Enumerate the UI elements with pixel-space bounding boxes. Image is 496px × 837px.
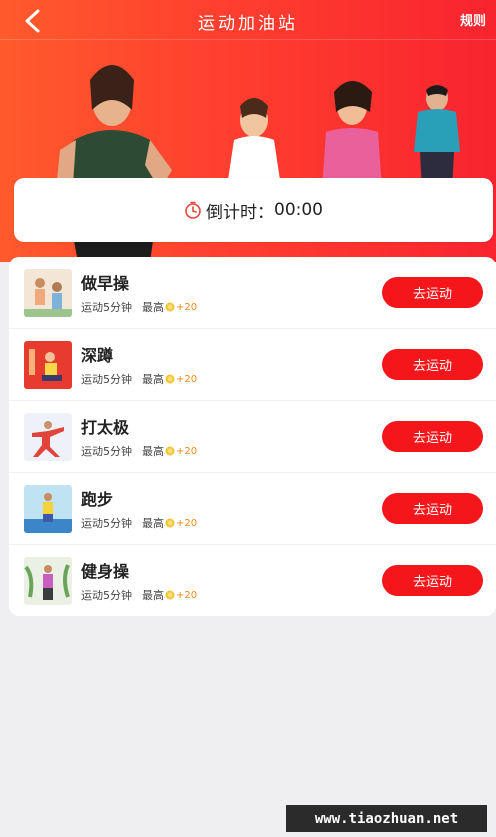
squat-thumb [24, 341, 72, 389]
exercise-meta: 运动5分钟 最高 +20 [81, 299, 197, 315]
timer-icon [185, 201, 201, 219]
exercise-name: 做早操 [81, 274, 130, 293]
bonus-points: +20 [176, 445, 198, 457]
exercise-list: 做早操 运动5分钟 最高 +20 去运动 深蹲 运动5分钟 最高 +20 去运动 [9, 257, 496, 616]
go-exercise-button[interactable]: 去运动 [382, 565, 483, 596]
exercise-row-running: 跑步 运动5分钟 最高 +20 去运动 [9, 473, 496, 545]
exercise-row-tai-chi: 打太极 运动5分钟 最高 +20 去运动 [9, 401, 496, 473]
exercise-duration: 运动5分钟 [81, 301, 132, 314]
go-exercise-button[interactable]: 去运动 [382, 349, 483, 380]
countdown-card: 倒计时： 00:00 [14, 178, 493, 242]
exercise-row-squat: 深蹲 运动5分钟 最高 +20 去运动 [9, 329, 496, 401]
exercise-meta: 运动5分钟 最高 +20 [81, 587, 197, 603]
tai-chi-thumb [24, 413, 72, 461]
coin-icon [165, 446, 175, 456]
exercise-name: 健身操 [81, 562, 130, 581]
bonus-points: +20 [176, 301, 198, 313]
coin-icon [165, 518, 175, 528]
exercise-row-morning-exercise: 做早操 运动5分钟 最高 +20 去运动 [9, 257, 496, 329]
rules-link[interactable]: 规则 [460, 10, 486, 29]
max-label: 最高 [142, 373, 164, 386]
max-label: 最高 [142, 301, 164, 314]
page-title: 运动加油站 [198, 14, 298, 34]
aerobics-thumb [24, 557, 72, 605]
max-label: 最高 [142, 517, 164, 530]
exercise-meta: 运动5分钟 最高 +20 [81, 371, 197, 387]
max-label: 最高 [142, 445, 164, 458]
watermark: www.tiaozhuan.net [286, 805, 487, 832]
exercise-meta: 运动5分钟 最高 +20 [81, 443, 197, 459]
bonus-points: +20 [176, 517, 198, 529]
exercise-name: 深蹲 [81, 346, 114, 365]
max-label: 最高 [142, 589, 164, 602]
coin-icon [165, 590, 175, 600]
bonus-points: +20 [176, 373, 198, 385]
countdown-value: 00:00 [274, 200, 323, 220]
exercise-duration: 运动5分钟 [81, 589, 132, 602]
go-exercise-button[interactable]: 去运动 [382, 493, 483, 524]
morning-exercise-thumb [24, 269, 72, 317]
bonus-points: +20 [176, 589, 198, 601]
go-exercise-button[interactable]: 去运动 [382, 421, 483, 452]
exercise-duration: 运动5分钟 [81, 373, 132, 386]
top-bar: 运动加油站 规则 [0, 0, 496, 40]
exercise-name: 打太极 [81, 418, 130, 437]
exercise-name: 跑步 [81, 490, 114, 509]
coin-icon [165, 374, 175, 384]
coin-icon [165, 302, 175, 312]
exercise-duration: 运动5分钟 [81, 517, 132, 530]
exercise-meta: 运动5分钟 最高 +20 [81, 515, 197, 531]
exercise-duration: 运动5分钟 [81, 445, 132, 458]
running-thumb [24, 485, 72, 533]
exercise-row-aerobics: 健身操 运动5分钟 最高 +20 去运动 [9, 545, 496, 617]
countdown-label: 倒计时： [206, 202, 274, 223]
go-exercise-button[interactable]: 去运动 [382, 277, 483, 308]
